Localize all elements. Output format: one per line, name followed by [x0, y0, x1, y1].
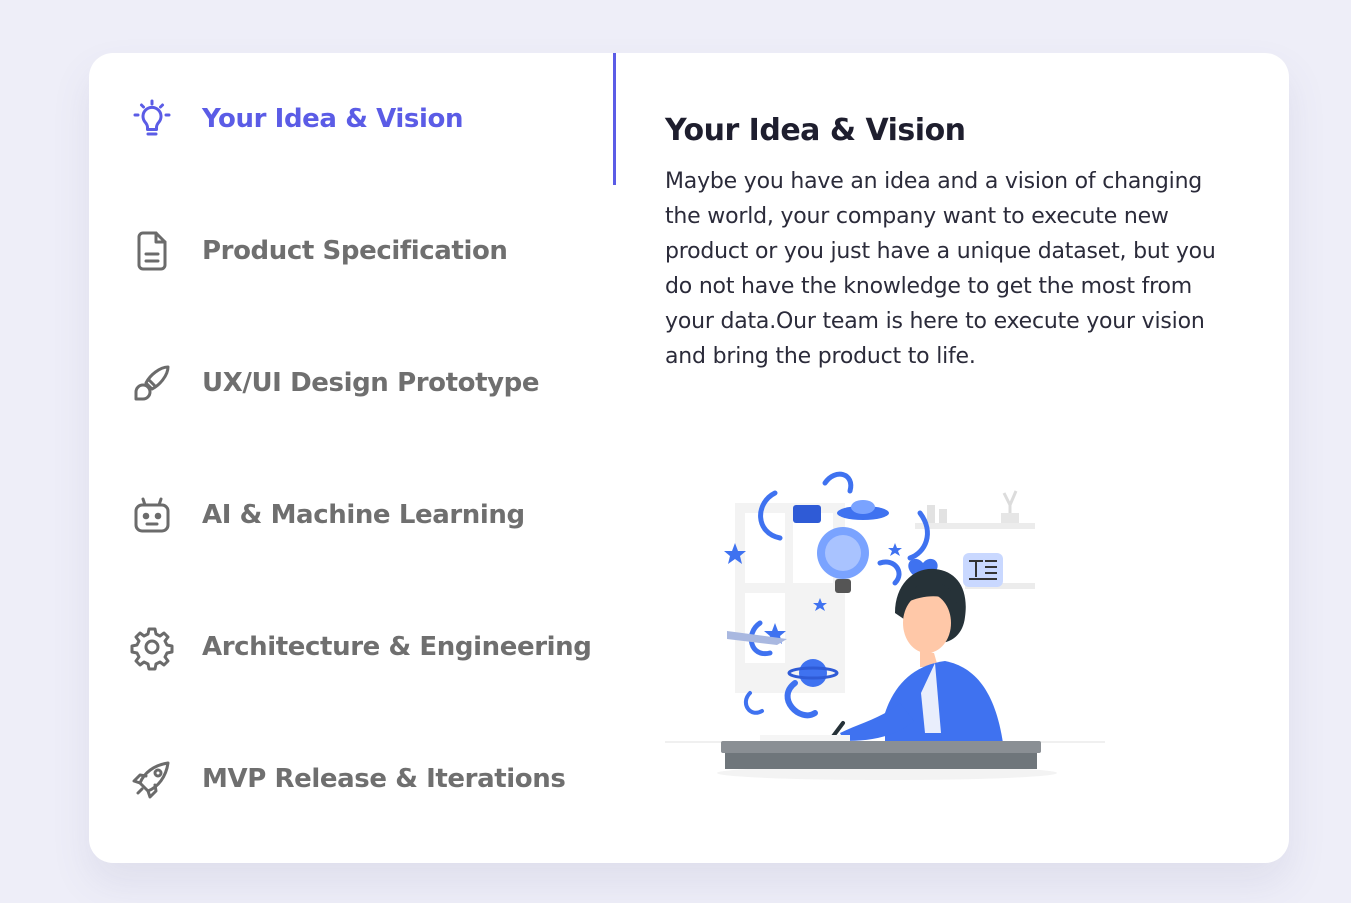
- detail-title: Your Idea & Vision: [665, 113, 966, 148]
- rocket-icon: [127, 754, 177, 804]
- step-product-specification[interactable]: Product Specification: [127, 221, 597, 281]
- step-mvp-release[interactable]: MVP Release & Iterations: [127, 749, 597, 809]
- step-label: Product Specification: [202, 236, 508, 266]
- step-list: Your Idea & Vision Product Specification: [89, 53, 616, 863]
- step-label: Architecture & Engineering: [202, 632, 592, 662]
- lightbulb-icon: [127, 94, 177, 144]
- gear-icon: [127, 622, 177, 672]
- active-step-indicator: [613, 53, 616, 185]
- step-label: AI & Machine Learning: [202, 500, 525, 530]
- step-label: UX/UI Design Prototype: [202, 368, 540, 398]
- step-architecture-engineering[interactable]: Architecture & Engineering: [127, 617, 597, 677]
- brush-icon: [127, 358, 177, 408]
- idea-illustration: [665, 453, 1105, 793]
- process-card: Your Idea & Vision Product Specification: [89, 53, 1289, 863]
- detail-description: Maybe you have an idea and a vision of c…: [665, 169, 1216, 369]
- step-ux-ui-design[interactable]: UX/UI Design Prototype: [127, 353, 597, 413]
- robot-icon: [127, 490, 177, 540]
- step-ai-machine-learning[interactable]: AI & Machine Learning: [127, 485, 597, 545]
- step-detail-panel: Your Idea & Vision Maybe you have an ide…: [665, 113, 1225, 374]
- step-label: MVP Release & Iterations: [202, 764, 566, 794]
- step-label: Your Idea & Vision: [202, 104, 464, 134]
- step-idea-vision[interactable]: Your Idea & Vision: [127, 89, 597, 149]
- document-icon: [127, 226, 177, 276]
